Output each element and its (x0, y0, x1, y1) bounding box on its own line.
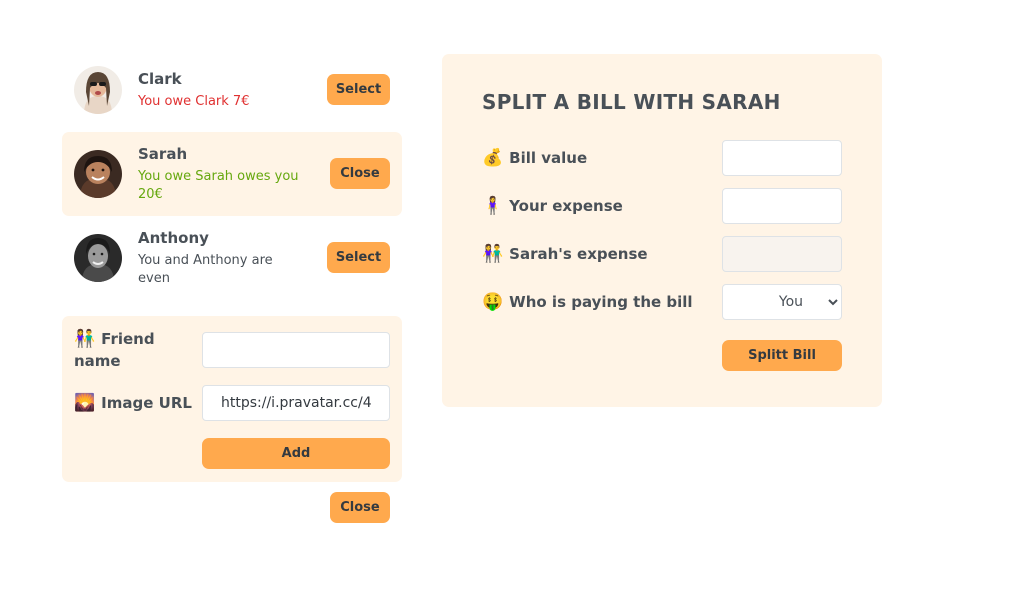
sunrise-icon: 🌄 (74, 393, 96, 413)
couple-icon: 👫 (482, 244, 504, 264)
money-face-icon: 🤑 (482, 292, 504, 312)
friend-balance: You owe Sarah owes you 20€ (138, 169, 299, 202)
select-button[interactable]: Select (327, 74, 390, 105)
split-bill-button[interactable]: Splitt Bill (722, 340, 842, 371)
payer-label: 🤑 Who is paying the bill (482, 292, 693, 312)
your-expense-label: 🧍‍♀️ Your expense (482, 196, 623, 216)
split-title: SPLIT A BILL WITH SARAH (482, 90, 781, 114)
friend-item-sarah: Sarah You owe Sarah owes you 20€ Close (62, 132, 402, 216)
friend-balance: You and Anthony are even (138, 253, 273, 286)
friend-item-anthony: Anthony You and Anthony are even Select (62, 216, 402, 300)
friend-expense-label: 👫 Sarah's expense (482, 244, 648, 264)
add-friend-form: 👫Friend name 🌄Image URL Add (62, 316, 402, 482)
your-expense-input[interactable] (722, 188, 842, 224)
friends-list: Clark You owe Clark 7€ Select Sarah You … (62, 48, 402, 300)
friend-name-input[interactable] (202, 332, 390, 368)
sidebar: Clark You owe Clark 7€ Select Sarah You … (62, 48, 402, 523)
select-button[interactable]: Select (327, 242, 390, 273)
add-button[interactable]: Add (202, 438, 390, 469)
close-button[interactable]: Close (330, 158, 390, 189)
friend-item-clark: Clark You owe Clark 7€ Select (62, 48, 402, 132)
avatar (74, 234, 122, 282)
payer-select[interactable]: You (722, 284, 842, 320)
bill-value-input[interactable] (722, 140, 842, 176)
friend-name-label: 👫 Friend name (74, 329, 155, 370)
image-url-input[interactable] (202, 385, 390, 421)
bill-value-label: 💰 Bill value (482, 148, 588, 168)
split-bill-form: SPLIT A BILL WITH SARAH 💰 Bill value 🧍‍♀… (442, 54, 882, 407)
friend-expense-input (722, 236, 842, 272)
couple-icon: 👫 (74, 329, 96, 349)
friend-balance: You owe Clark 7€ (138, 94, 250, 109)
avatar (74, 150, 122, 198)
money-bag-icon: 💰 (482, 148, 504, 168)
image-url-label: 🌄 Image URL (74, 393, 192, 413)
person-icon: 🧍‍♀️ (482, 196, 504, 216)
close-add-form-button[interactable]: Close (330, 492, 390, 523)
avatar (74, 66, 122, 114)
